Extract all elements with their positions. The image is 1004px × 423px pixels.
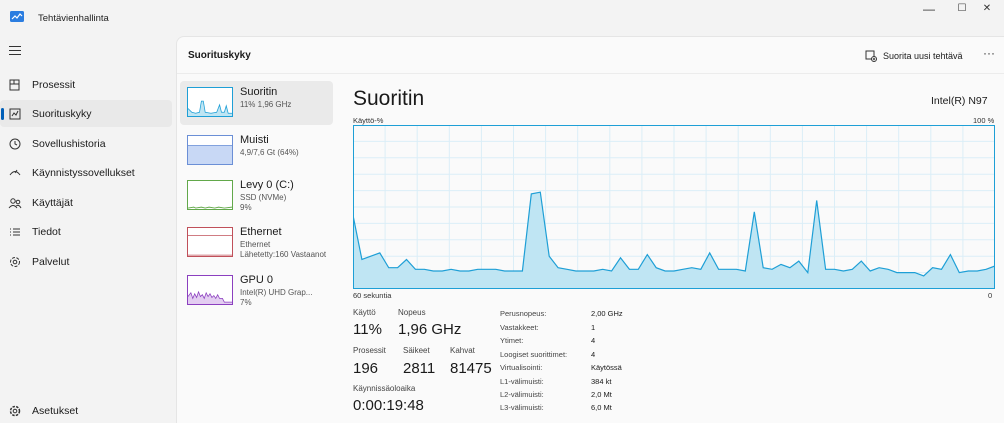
spec-key: Vastakkeet:: [500, 323, 539, 332]
device-name: Levy 0 (C:): [240, 179, 294, 191]
nav-label: Tiedot: [32, 225, 61, 238]
device-detail: Lähetetty:160 Vastaanot: [240, 250, 327, 259]
device-item-disk[interactable]: Levy 0 (C:) SSD (NVMe) 9%: [180, 174, 333, 218]
usage-value: 11%: [353, 321, 382, 338]
device-detail: Intel(R) UHD Grap...: [240, 288, 313, 297]
cpu-usage-graph: [353, 125, 995, 289]
max-axis-label: 100 %: [973, 116, 995, 125]
spec-value: 2,0 Mt: [591, 390, 612, 399]
gpu-thumbnail-graph: [187, 275, 233, 305]
uptime-value: 0:00:19:48: [353, 397, 424, 414]
title-bar: Tehtävienhallinta — ☐ ✕: [0, 0, 1004, 34]
page-title: Suorituskyky: [188, 50, 251, 61]
threads-label: Säikeet: [403, 346, 430, 355]
services-icon: [10, 256, 20, 267]
device-name: Muisti: [240, 134, 269, 146]
spec-key: L1-välimuisti:: [500, 377, 544, 386]
cpu-model: Intel(R) N97: [931, 95, 988, 107]
device-detail: 7%: [240, 298, 252, 307]
menu-toggle-icon[interactable]: [9, 46, 21, 56]
close-button[interactable]: ✕: [967, 2, 1004, 16]
time-axis-label: 60 sekuntia: [353, 291, 392, 300]
nav-label: Prosessit: [32, 78, 76, 91]
details-icon: [10, 228, 20, 235]
device-detail: 9%: [240, 203, 252, 212]
nav-item-services[interactable]: Palvelut: [0, 248, 172, 275]
nav-label: Sovellushistoria: [32, 137, 106, 150]
uptime-label: Käynnissäoloaika: [353, 384, 416, 393]
run-task-icon: [865, 50, 877, 62]
window-title: Tehtävienhallinta: [38, 13, 109, 24]
performance-icon: [9, 108, 21, 119]
active-indicator: [1, 108, 4, 120]
nav-item-settings[interactable]: Asetukset: [0, 399, 172, 423]
nav-item-startup-apps[interactable]: Käynnistyssovellukset: [0, 159, 172, 186]
spec-key: Loogiset suorittimet:: [500, 350, 568, 359]
usage-axis-label: Käyttö-%: [353, 116, 384, 125]
history-icon: [9, 138, 21, 149]
device-detail: SSD (NVMe): [240, 193, 287, 202]
disk-thumbnail-graph: [187, 180, 233, 210]
device-name: Suoritin: [240, 86, 278, 98]
processes-value: 196: [353, 360, 379, 377]
nav-item-app-history[interactable]: Sovellushistoria: [0, 130, 172, 157]
processes-icon: [9, 79, 20, 90]
spec-value: 1: [591, 323, 596, 332]
threads-value: 2811: [403, 360, 436, 377]
spec-value: 4: [591, 350, 596, 359]
usage-label: Käyttö: [353, 308, 376, 317]
speed-label: Nopeus: [398, 308, 426, 317]
processes-label: Prosessit: [353, 346, 386, 355]
spec-key: L3-välimuisti:: [500, 403, 544, 412]
startup-icon: [9, 169, 21, 175]
handles-label: Kahvat: [450, 346, 475, 355]
ethernet-thumbnail-graph: [187, 227, 233, 257]
spec-value: 4: [591, 336, 596, 345]
spec-value: 6,0 Mt: [591, 403, 612, 412]
task-manager-icon: [10, 11, 24, 22]
more-options-button[interactable]: ···: [983, 46, 995, 60]
device-detail: Ethernet: [240, 240, 271, 249]
spec-value: 2,00 GHz: [591, 309, 623, 318]
device-name: Ethernet: [240, 226, 282, 238]
detail-title: Suoritin: [353, 87, 425, 110]
speed-value: 1,96 GHz: [398, 321, 462, 338]
device-detail: 4,9/7,6 Gt (64%): [240, 148, 299, 157]
nav-item-performance[interactable]: Suorituskyky: [0, 100, 172, 127]
run-new-task-button[interactable]: Suorita uusi tehtävä: [865, 48, 963, 64]
users-icon: [8, 197, 22, 208]
gear-icon: [9, 405, 21, 417]
spec-key: L2-välimuisti:: [500, 390, 544, 399]
performance-panel: Suorituskyky Suorita uusi tehtävä ··· Su…: [176, 36, 1004, 423]
spec-key: Perusnopeus:: [500, 309, 547, 318]
settings-label: Asetukset: [32, 405, 79, 417]
nav-item-details[interactable]: Tiedot: [0, 218, 172, 245]
device-detail: 11% 1,96 GHz: [240, 100, 292, 109]
memory-thumbnail-graph: [187, 135, 233, 165]
nav-label: Käyttäjät: [32, 196, 73, 209]
nav-label: Suorituskyky: [32, 107, 92, 120]
device-item-gpu[interactable]: GPU 0 Intel(R) UHD Grap... 7%: [180, 269, 333, 313]
spec-value: Käytössä: [591, 363, 622, 372]
nav-label: Käynnistyssovellukset: [32, 166, 135, 179]
run-task-label: Suorita uusi tehtävä: [883, 51, 963, 61]
device-item-memory[interactable]: Muisti 4,9/7,6 Gt (64%): [180, 129, 333, 173]
device-item-ethernet[interactable]: Ethernet Ethernet Lähetetty:160 Vastaano…: [180, 221, 333, 265]
min-axis-label: 0: [988, 291, 993, 300]
device-name: GPU 0: [240, 274, 274, 286]
cpu-thumbnail-graph: [187, 87, 233, 117]
spec-key: Virtualisointi:: [500, 363, 543, 372]
spec-key: Ytimet:: [500, 336, 524, 345]
nav-label: Palvelut: [32, 255, 70, 268]
nav-item-users[interactable]: Käyttäjät: [0, 189, 172, 216]
spec-value: 384 kt: [591, 377, 612, 386]
header-divider: [177, 73, 1004, 74]
handles-value: 81475: [450, 360, 492, 377]
device-item-cpu[interactable]: Suoritin 11% 1,96 GHz: [180, 81, 333, 125]
nav-item-processes[interactable]: Prosessit: [0, 71, 172, 98]
